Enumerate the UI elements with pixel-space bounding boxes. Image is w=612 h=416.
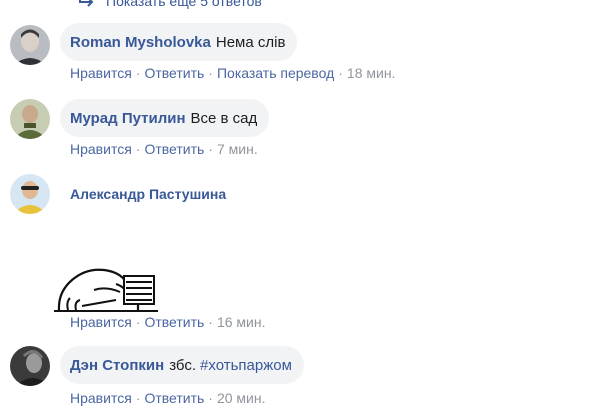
- separator: ·: [135, 390, 141, 406]
- comment-actions: Нравится · Ответить · 7 мин.: [70, 141, 258, 157]
- separator: ·: [135, 141, 141, 157]
- comment-timestamp[interactable]: 20 мин.: [217, 390, 266, 406]
- separator: ·: [135, 65, 141, 81]
- comment-actions: Нравится · Ответить · 16 мин.: [70, 314, 266, 330]
- separator: ·: [208, 390, 213, 406]
- comment-text: Все в сад: [190, 109, 258, 127]
- separator: ·: [208, 314, 213, 330]
- comment-item: Мурад Путилин Все в сад Нравится · Ответит…: [0, 99, 612, 159]
- comment-text: збс.: [169, 356, 197, 374]
- comment-bubble: Мурад Путилин Все в сад: [60, 99, 270, 137]
- reply-arrow-icon: [78, 0, 96, 8]
- comment-actions: Нравится · Ответить · Показать перевод · 18 ми…: [70, 65, 395, 81]
- show-more-replies-label: Показать еще 5 ответов: [106, 0, 262, 9]
- separator: ·: [208, 141, 213, 157]
- comment-bubble: Дэн Стопкин збс. #хотьпаржом: [60, 346, 304, 384]
- avatar[interactable]: [10, 25, 50, 65]
- comment-author-link[interactable]: Александр Пастушина: [70, 186, 226, 202]
- comment-text: Нема слів: [215, 33, 286, 51]
- comment-item: Дэн Стопкин збс. #хотьпаржом Нравится · От…: [0, 346, 612, 412]
- comment-timestamp[interactable]: 7 мин.: [217, 141, 258, 157]
- comment-bubble: Roman Mysholovka Нема слів: [60, 23, 298, 61]
- reply-link[interactable]: Ответить: [144, 65, 204, 81]
- comment-author-link[interactable]: Дэн Стопкин: [70, 357, 164, 374]
- comment-item: Александр Пастушина Нравится · Ответить · 16…: [0, 174, 612, 334]
- separator: ·: [135, 314, 141, 330]
- like-link[interactable]: Нравится: [70, 65, 132, 81]
- avatar[interactable]: [10, 346, 50, 386]
- like-link[interactable]: Нравится: [70, 314, 132, 330]
- reply-link[interactable]: Ответить: [144, 314, 204, 330]
- reply-link[interactable]: Ответить: [144, 141, 204, 157]
- comment-author-link[interactable]: Roman Mysholovka: [70, 34, 211, 51]
- avatar[interactable]: [10, 174, 50, 214]
- separator: ·: [208, 65, 213, 81]
- like-link[interactable]: Нравится: [70, 141, 132, 157]
- reply-link[interactable]: Ответить: [144, 390, 204, 406]
- like-link[interactable]: Нравится: [70, 390, 132, 406]
- hashtag-link[interactable]: #хотьпаржом: [200, 357, 292, 374]
- avatar[interactable]: [10, 99, 50, 139]
- comment-actions: Нравится · Ответить · 20 мин.: [70, 390, 266, 406]
- comment-timestamp[interactable]: 16 мин.: [217, 314, 266, 330]
- comment-timestamp[interactable]: 18 мин.: [347, 65, 396, 81]
- separator: ·: [338, 65, 343, 81]
- comment-author-link[interactable]: Мурад Путилин: [70, 110, 186, 127]
- sleeping-face-on-laptop-sticker: [54, 266, 158, 312]
- comment-item: Roman Mysholovka Нема слів Нравится · Отве…: [0, 23, 612, 83]
- show-translation-link[interactable]: Показать перевод: [217, 65, 334, 81]
- show-more-replies-link[interactable]: Показать еще 5 ответов: [78, 0, 262, 9]
